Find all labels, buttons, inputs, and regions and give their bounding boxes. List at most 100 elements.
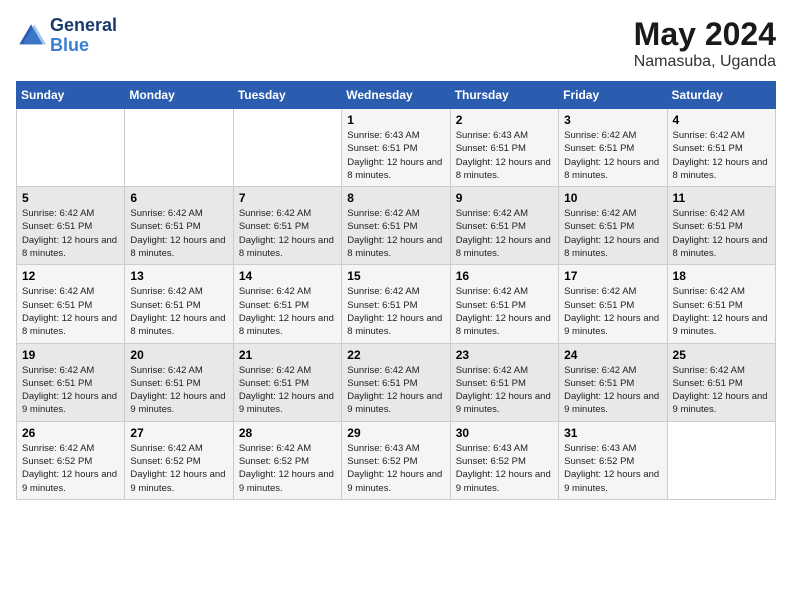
- day-number: 4: [673, 113, 770, 127]
- calendar-cell: 13Sunrise: 6:42 AMSunset: 6:51 PMDayligh…: [125, 265, 233, 343]
- logo: General Blue: [16, 16, 117, 56]
- day-info: Sunrise: 6:42 AMSunset: 6:51 PMDaylight:…: [673, 364, 770, 417]
- calendar-cell: 12 Sunrise: 6:42 AMSunset: 6:51 PMDayligh…: [17, 265, 125, 343]
- day-number: 2: [456, 113, 553, 127]
- logo-icon: [16, 21, 46, 51]
- day-number: 31: [564, 426, 661, 440]
- day-number: 3: [564, 113, 661, 127]
- day-info: Sunrise: 6:43 AMSunset: 6:52 PMDaylight:…: [564, 442, 661, 495]
- day-number: 11: [673, 191, 770, 205]
- calendar-cell: [17, 109, 125, 187]
- day-info: Sunrise: 6:42 AMSunset: 6:51 PMDaylight:…: [564, 129, 661, 182]
- calendar-cell: 19Sunrise: 6:42 AMSunset: 6:51 PMDayligh…: [17, 343, 125, 421]
- day-number: 5: [22, 191, 119, 205]
- column-header-saturday: Saturday: [667, 82, 775, 109]
- day-info: Sunrise: 6:43 AMSunset: 6:52 PMDaylight:…: [347, 442, 444, 495]
- day-info: Sunrise: 6:42 AMSunset: 6:51 PMDaylight:…: [673, 207, 770, 260]
- calendar-cell: 21 Sunrise: 6:42 AMSunset: 6:51 PMDayligh…: [233, 343, 341, 421]
- calendar-cell: 26Sunrise: 6:42 AMSunset: 6:52 PMDayligh…: [17, 421, 125, 499]
- day-number: 24: [564, 348, 661, 362]
- day-number: 20: [130, 348, 227, 362]
- location: Namasuba, Uganda: [634, 53, 776, 71]
- day-info: Sunrise: 6:42 AMSunset: 6:51 PMDaylight:…: [130, 364, 227, 417]
- day-number: 25: [673, 348, 770, 362]
- day-number: 8: [347, 191, 444, 205]
- day-info: Sunrise: 6:42 AMSunset: 6:51 PMDaylight:…: [673, 129, 770, 182]
- month-title: May 2024: [634, 16, 776, 53]
- logo-text: General Blue: [50, 16, 117, 56]
- calendar-cell: 11 Sunrise: 6:42 AMSunset: 6:51 PMDayligh…: [667, 187, 775, 265]
- calendar-cell: 15 Sunrise: 6:42 AMSunset: 6:51 PMDayligh…: [342, 265, 450, 343]
- calendar-cell: 16 Sunrise: 6:42 AMSunset: 6:51 PMDayligh…: [450, 265, 558, 343]
- day-info: Sunrise: 6:43 AMSunset: 6:52 PMDaylight:…: [456, 442, 553, 495]
- calendar-cell: 7 Sunrise: 6:42 AMSunset: 6:51 PMDaylight…: [233, 187, 341, 265]
- calendar-cell: 3 Sunrise: 6:42 AMSunset: 6:51 PMDaylight…: [559, 109, 667, 187]
- day-number: 21: [239, 348, 336, 362]
- column-header-monday: Monday: [125, 82, 233, 109]
- day-info: Sunrise: 6:42 AMSunset: 6:51 PMDaylight:…: [673, 285, 770, 338]
- day-info: Sunrise: 6:42 AMSunset: 6:51 PMDaylight:…: [456, 364, 553, 417]
- calendar-cell: 10 Sunrise: 6:42 AMSunset: 6:51 PMDayligh…: [559, 187, 667, 265]
- week-row-3: 12 Sunrise: 6:42 AMSunset: 6:51 PMDayligh…: [17, 265, 776, 343]
- day-number: 14: [239, 269, 336, 283]
- day-number: 12: [22, 269, 119, 283]
- day-number: 9: [456, 191, 553, 205]
- day-number: 23: [456, 348, 553, 362]
- calendar-cell: 20 Sunrise: 6:42 AMSunset: 6:51 PMDayligh…: [125, 343, 233, 421]
- day-info: Sunrise: 6:42 AMSunset: 6:51 PMDaylight:…: [22, 285, 119, 338]
- calendar-header-row: SundayMondayTuesdayWednesdayThursdayFrid…: [17, 82, 776, 109]
- calendar-cell: 6 Sunrise: 6:42 AMSunset: 6:51 PMDaylight…: [125, 187, 233, 265]
- day-info: Sunrise: 6:42 AMSunset: 6:51 PMDaylight:…: [22, 364, 119, 417]
- calendar-cell: [125, 109, 233, 187]
- week-row-1: 1 Sunrise: 6:43 AMSunset: 6:51 PMDaylight…: [17, 109, 776, 187]
- calendar-cell: 4 Sunrise: 6:42 AMSunset: 6:51 PMDaylight…: [667, 109, 775, 187]
- week-row-4: 19Sunrise: 6:42 AMSunset: 6:51 PMDayligh…: [17, 343, 776, 421]
- day-info: Sunrise: 6:43 AMSunset: 6:51 PMDaylight:…: [456, 129, 553, 182]
- calendar-cell: 22 Sunrise: 6:42 AMSunset: 6:51 PMDayligh…: [342, 343, 450, 421]
- day-number: 17: [564, 269, 661, 283]
- calendar-cell: 8Sunrise: 6:42 AMSunset: 6:51 PMDaylight…: [342, 187, 450, 265]
- day-number: 6: [130, 191, 227, 205]
- calendar-cell: 14Sunrise: 6:42 AMSunset: 6:51 PMDayligh…: [233, 265, 341, 343]
- calendar-cell: 1Sunrise: 6:43 AMSunset: 6:51 PMDaylight…: [342, 109, 450, 187]
- day-info: Sunrise: 6:42 AMSunset: 6:51 PMDaylight:…: [239, 207, 336, 260]
- day-info: Sunrise: 6:42 AMSunset: 6:51 PMDaylight:…: [347, 285, 444, 338]
- day-number: 13: [130, 269, 227, 283]
- page-header: General Blue May 2024 Namasuba, Uganda: [16, 16, 776, 71]
- column-header-sunday: Sunday: [17, 82, 125, 109]
- column-header-thursday: Thursday: [450, 82, 558, 109]
- day-info: Sunrise: 6:42 AMSunset: 6:51 PMDaylight:…: [564, 285, 661, 338]
- day-info: Sunrise: 6:42 AMSunset: 6:51 PMDaylight:…: [456, 285, 553, 338]
- calendar-cell: [233, 109, 341, 187]
- day-info: Sunrise: 6:42 AMSunset: 6:51 PMDaylight:…: [347, 364, 444, 417]
- day-number: 29: [347, 426, 444, 440]
- day-info: Sunrise: 6:42 AMSunset: 6:51 PMDaylight:…: [564, 207, 661, 260]
- calendar-cell: 31 Sunrise: 6:43 AMSunset: 6:52 PMDayligh…: [559, 421, 667, 499]
- calendar-cell: 30 Sunrise: 6:43 AMSunset: 6:52 PMDayligh…: [450, 421, 558, 499]
- day-info: Sunrise: 6:42 AMSunset: 6:52 PMDaylight:…: [130, 442, 227, 495]
- column-header-friday: Friday: [559, 82, 667, 109]
- day-number: 7: [239, 191, 336, 205]
- calendar-cell: 23 Sunrise: 6:42 AMSunset: 6:51 PMDayligh…: [450, 343, 558, 421]
- calendar-cell: 9 Sunrise: 6:42 AMSunset: 6:51 PMDaylight…: [450, 187, 558, 265]
- day-number: 30: [456, 426, 553, 440]
- calendar-table: SundayMondayTuesdayWednesdayThursdayFrid…: [16, 81, 776, 500]
- day-number: 1: [347, 113, 444, 127]
- calendar-cell: 24Sunrise: 6:42 AMSunset: 6:51 PMDayligh…: [559, 343, 667, 421]
- day-number: 15: [347, 269, 444, 283]
- day-number: 16: [456, 269, 553, 283]
- day-info: Sunrise: 6:42 AMSunset: 6:51 PMDaylight:…: [239, 364, 336, 417]
- day-info: Sunrise: 6:42 AMSunset: 6:51 PMDaylight:…: [130, 207, 227, 260]
- day-number: 10: [564, 191, 661, 205]
- day-info: Sunrise: 6:42 AMSunset: 6:51 PMDaylight:…: [22, 207, 119, 260]
- calendar-cell: 29 Sunrise: 6:43 AMSunset: 6:52 PMDayligh…: [342, 421, 450, 499]
- day-info: Sunrise: 6:42 AMSunset: 6:52 PMDaylight:…: [22, 442, 119, 495]
- calendar-cell: 28 Sunrise: 6:42 AMSunset: 6:52 PMDayligh…: [233, 421, 341, 499]
- day-info: Sunrise: 6:42 AMSunset: 6:51 PMDaylight:…: [456, 207, 553, 260]
- column-header-wednesday: Wednesday: [342, 82, 450, 109]
- calendar-cell: 2 Sunrise: 6:43 AMSunset: 6:51 PMDaylight…: [450, 109, 558, 187]
- day-number: 28: [239, 426, 336, 440]
- day-info: Sunrise: 6:42 AMSunset: 6:52 PMDaylight:…: [239, 442, 336, 495]
- title-block: May 2024 Namasuba, Uganda: [634, 16, 776, 71]
- day-number: 22: [347, 348, 444, 362]
